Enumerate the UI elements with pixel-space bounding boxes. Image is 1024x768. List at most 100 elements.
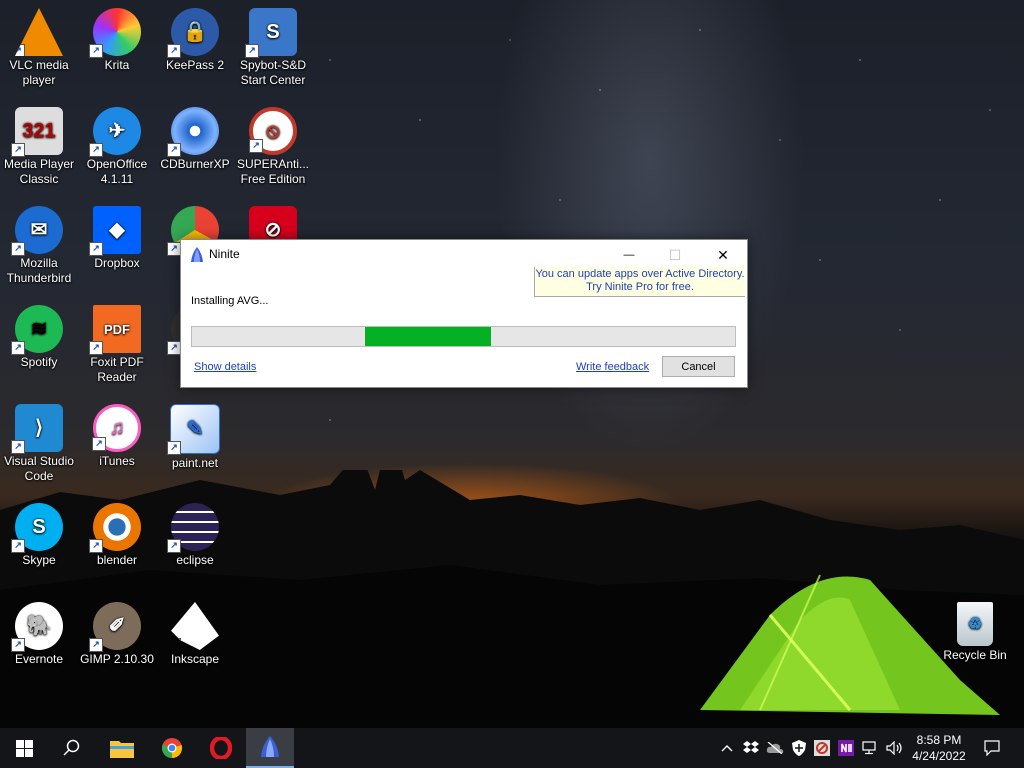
- desktop-icon-label: CDBurnerXP: [160, 157, 230, 171]
- desktop-icon-foxit[interactable]: PDF ↗ Foxit PDF Reader: [79, 299, 155, 385]
- desktop-icon-superantispyware[interactable]: ⦸ ↗ SUPERAnti... Free Edition: [235, 101, 311, 187]
- shortcut-arrow-icon: ↗: [11, 638, 25, 652]
- tray-overflow-chevron[interactable]: [716, 728, 738, 768]
- action-center-button[interactable]: [976, 728, 1008, 768]
- shortcut-arrow-icon: ↗: [167, 539, 181, 553]
- file-explorer-icon: [110, 741, 134, 758]
- shortcut-arrow-icon: ↗: [11, 341, 25, 355]
- desktop-icon-label: blender: [96, 553, 138, 567]
- desktop-icon-vlc[interactable]: ↗ VLC media player: [1, 2, 77, 88]
- spybot-icon: S ↗: [245, 8, 297, 58]
- desktop-icon-label: Mozilla Thunderbird: [6, 256, 72, 285]
- shortcut-arrow-icon: ↗: [92, 437, 106, 451]
- shortcut-arrow-icon: ↗: [245, 44, 259, 58]
- maximize-icon: ☐: [668, 246, 682, 263]
- progress-bar: [191, 326, 736, 347]
- shortcut-arrow-icon: ↗: [89, 143, 103, 157]
- search-button[interactable]: [48, 728, 96, 768]
- desktop-icon-paintnet[interactable]: ✎ ↗ paint.net: [157, 398, 233, 471]
- taskbar-file-explorer[interactable]: [98, 728, 146, 768]
- shortcut-arrow-icon: ↗: [89, 341, 103, 355]
- shortcut-arrow-icon: ↗: [11, 440, 25, 454]
- keepass-icon: 🔒 ↗: [167, 8, 219, 58]
- taskbar-opera[interactable]: [197, 728, 245, 768]
- desktop-icon-label: Media Player Classic: [3, 157, 75, 186]
- desktop-icon-label: Krita: [104, 58, 130, 72]
- blender-icon: ↗: [89, 503, 141, 553]
- vscode-icon: ⟩ ↗: [11, 404, 63, 454]
- ninite-window: Ninite — ☐ ✕ You can update apps over Ac…: [180, 239, 748, 388]
- desktop-icon-label: KeePass 2: [165, 58, 225, 72]
- tray-dropbox[interactable]: [740, 728, 762, 768]
- desktop-icon-label: OpenOffice 4.1.11: [86, 157, 148, 186]
- inkscape-icon: ↗: [171, 602, 219, 650]
- tray-superantispyware[interactable]: [811, 728, 833, 768]
- chevron-up-icon: [721, 745, 733, 752]
- tray-onedrive[interactable]: [763, 728, 787, 768]
- shortcut-arrow-icon: ↗: [15, 44, 25, 56]
- tray-volume[interactable]: [883, 728, 907, 768]
- write-feedback-link[interactable]: Write feedback: [576, 361, 649, 373]
- shortcut-arrow-icon: ↗: [89, 539, 103, 553]
- desktop-icon-eclipse[interactable]: ↗ eclipse: [157, 497, 233, 568]
- system-clock[interactable]: 8:58 PM 4/24/2022: [910, 732, 968, 764]
- show-details-link[interactable]: Show details: [194, 361, 256, 373]
- desktop-icon-keepass[interactable]: 🔒 ↗ KeePass 2: [157, 2, 233, 73]
- desktop-icon-blender[interactable]: ↗ blender: [79, 497, 155, 568]
- desktop-icon-spotify[interactable]: ≋ ↗ Spotify: [1, 299, 77, 370]
- chrome-icon: [161, 738, 183, 759]
- shortcut-arrow-icon: ↗: [167, 44, 181, 58]
- desktop-icon-label: eclipse: [176, 553, 214, 567]
- desktop-icon-gimp[interactable]: ✐ ↗ GIMP 2.10.30: [79, 596, 155, 667]
- desktop-icon-label: Evernote: [14, 652, 64, 666]
- install-status: Installing AVG...: [191, 295, 269, 307]
- desktop-icon-spybot[interactable]: S ↗ Spybot-S&D Start Center: [235, 2, 311, 88]
- taskbar-chrome[interactable]: [148, 728, 196, 768]
- clock-date: 4/24/2022: [912, 749, 966, 763]
- desktop-icon-itunes[interactable]: ♫ ↗ iTunes: [79, 398, 155, 469]
- volume-icon: [886, 741, 902, 755]
- network-icon: [862, 741, 876, 755]
- close-button[interactable]: ✕: [700, 240, 746, 270]
- krita-icon: ↗: [89, 8, 141, 58]
- desktop-icon-label: iTunes: [99, 454, 135, 468]
- desktop-icon-recycle-bin[interactable]: ♻ Recycle Bin: [937, 596, 1013, 663]
- tray-security[interactable]: [788, 728, 810, 768]
- desktop-icon-label: GIMP 2.10.30: [80, 652, 154, 666]
- tray-onenote[interactable]: [835, 728, 857, 768]
- cdburnerxp-icon: ↗: [167, 107, 219, 157]
- desktop-icon-inkscape[interactable]: ↗ Inkscape: [157, 596, 233, 667]
- desktop-icon-skype[interactable]: S ↗ Skype: [1, 497, 77, 568]
- desktop-icon-label: Foxit PDF Reader: [90, 355, 144, 384]
- desktop-icon-thunderbird[interactable]: ✉ ↗ Mozilla Thunderbird: [1, 200, 77, 286]
- maximize-button: ☐: [652, 240, 698, 270]
- eclipse-icon: ↗: [167, 503, 219, 553]
- desktop-icon-label: Inkscape: [170, 652, 220, 666]
- shortcut-arrow-icon: ↗: [89, 638, 103, 652]
- ninite-icon: [261, 736, 279, 757]
- title-bar[interactable]: Ninite — ☐ ✕: [181, 240, 747, 270]
- desktop-icon-mpc[interactable]: 321 ↗ Media Player Classic: [1, 101, 77, 187]
- shortcut-arrow-icon: ↗: [171, 638, 181, 650]
- minimize-icon: —: [623, 249, 635, 261]
- desktop-icon-openoffice[interactable]: ✈ ↗ OpenOffice 4.1.11: [79, 101, 155, 187]
- desktop-icon-krita[interactable]: ↗ Krita: [79, 2, 155, 73]
- shortcut-arrow-icon: ↗: [167, 242, 181, 256]
- start-button[interactable]: [0, 728, 48, 768]
- desktop-icon-cdburnerxp[interactable]: ↗ CDBurnerXP: [157, 101, 233, 172]
- minimize-button[interactable]: —: [606, 240, 652, 270]
- skype-icon: S ↗: [11, 503, 63, 553]
- cancel-button[interactable]: Cancel: [662, 356, 735, 377]
- taskbar-ninite[interactable]: [246, 728, 294, 768]
- tray-network[interactable]: [859, 728, 881, 768]
- openoffice-icon: ✈ ↗: [89, 107, 141, 157]
- taskbar: 8:58 PM 4/24/2022: [0, 728, 1024, 768]
- desktop-icon-evernote[interactable]: 🐘 ↗ Evernote: [1, 596, 77, 667]
- ninite-pro-ad[interactable]: You can update apps over Active Director…: [534, 267, 745, 297]
- shortcut-arrow-icon: ↗: [89, 242, 103, 256]
- desktop-icon-vscode[interactable]: ⟩ ↗ Visual Studio Code: [1, 398, 77, 484]
- ad-line-1: You can update apps over Active Director…: [535, 268, 745, 280]
- desktop-icon-dropbox[interactable]: ◆ ↗ Dropbox: [79, 200, 155, 271]
- notification-icon: [984, 740, 1000, 756]
- onedrive-offline-icon: [766, 742, 784, 754]
